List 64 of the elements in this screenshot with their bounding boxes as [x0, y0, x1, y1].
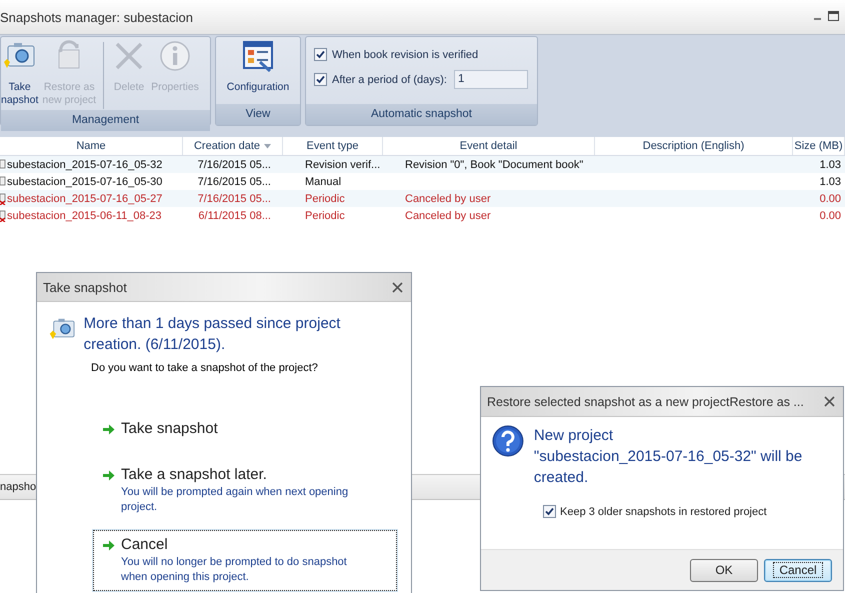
arrow-icon: [102, 539, 115, 552]
dialog-question: Do you want to take a snapshot of the project?: [91, 362, 319, 374]
column-header[interactable]: Name: [0, 137, 183, 155]
table-cell-text: 0.00: [818, 192, 842, 204]
table-cell: subestacion_2015-07-16_05-27: [7, 192, 162, 204]
close-button[interactable]: [824, 396, 835, 407]
dialog-title: Restore selected snapshot as a new projectRestore as ...: [487, 394, 804, 408]
column-header[interactable]: Event detail: [383, 137, 595, 155]
close-button[interactable]: [392, 282, 403, 292]
column-header[interactable]: Size (MB): [793, 137, 845, 155]
command-link[interactable]: Take a snapshot later. You will be prompted again when next opening project.: [93, 460, 397, 521]
dialog-heading: More than 1 days passed since project creation. (6/11/2015).: [84, 314, 342, 355]
group-label: Management: [1, 110, 210, 131]
table-cell: subestacion_2015-07-16_05-30: [7, 176, 162, 188]
maximize-icon: [828, 11, 839, 21]
group-label: Automatic snapshot: [306, 104, 537, 125]
file-icon: [0, 158, 6, 171]
table-cell-text: 1.03: [818, 176, 842, 188]
table-cell: subestacion_2015-07-16_05-32: [7, 158, 162, 170]
table-cell-text: 0.00: [818, 210, 842, 222]
table-cell-text: Periodic: [304, 210, 346, 222]
table-cell-text: Revision "0", Book "Document book": [404, 158, 584, 170]
file-error-icon: [0, 209, 6, 222]
table-cell-text: Manual: [304, 176, 342, 188]
days-field[interactable]: 1: [454, 70, 528, 89]
column-header[interactable]: Event type: [283, 137, 383, 155]
column-header[interactable]: Creation date: [183, 137, 283, 155]
table-cell-text: 7/16/2015 05...: [196, 158, 272, 170]
arrow-icon: [102, 423, 115, 436]
table-cell-text: 7/16/2015 05...: [196, 192, 272, 204]
group-label: View: [216, 104, 300, 125]
option-label: After a period of (days):: [332, 74, 447, 86]
table-cell-text: 6/11/2015 08...: [197, 210, 272, 222]
table-cell-text: Canceled by user: [404, 192, 492, 204]
camera-button[interactable]: Take napshot: [0, 38, 40, 109]
table-cell-text: Revision verif...: [304, 158, 382, 170]
command-link[interactable]: Take snapshot: [93, 414, 397, 445]
table-cell-text: 7/16/2015 05...: [196, 176, 272, 188]
configuration-icon: [240, 40, 276, 72]
file-error-icon: [0, 192, 6, 205]
option-label: When book revision is verified: [332, 48, 478, 60]
checkbox[interactable]: [314, 73, 327, 86]
table-cell: subestacion_2015-06-11_08-23: [7, 210, 162, 222]
question-icon: [492, 425, 524, 457]
arrow-icon: [102, 469, 115, 482]
dialog-title: Take snapshot: [43, 280, 127, 294]
table-cell-text: Periodic: [304, 192, 346, 204]
table-cell-text: Canceled by user: [404, 210, 492, 222]
checkbox[interactable]: [314, 48, 327, 61]
sort-icon: [264, 144, 272, 148]
column-header[interactable]: Description (English): [595, 137, 793, 155]
checkbox-label: Keep 3 older snapshots in restored project: [560, 506, 767, 518]
file-icon: [0, 175, 6, 188]
command-link[interactable]: Cancel You will no longer be prompted to do snapshot when opening this project.: [93, 530, 397, 591]
configuration-button[interactable]: Configuration: [226, 38, 290, 96]
status-text: napsho: [0, 481, 36, 493]
dialog-button[interactable]: Cancel: [764, 558, 832, 582]
window-title: Snapshots manager: subestacion: [0, 10, 194, 24]
dialog-message: New project "subestacion_2015-07-16_05-32" will be created.: [534, 426, 804, 488]
checkbox[interactable]: [543, 505, 556, 518]
dialog-button[interactable]: OK: [690, 558, 758, 582]
close-icon: [824, 396, 835, 407]
table-cell-text: 1.03: [818, 158, 842, 170]
close-icon: [392, 282, 403, 292]
